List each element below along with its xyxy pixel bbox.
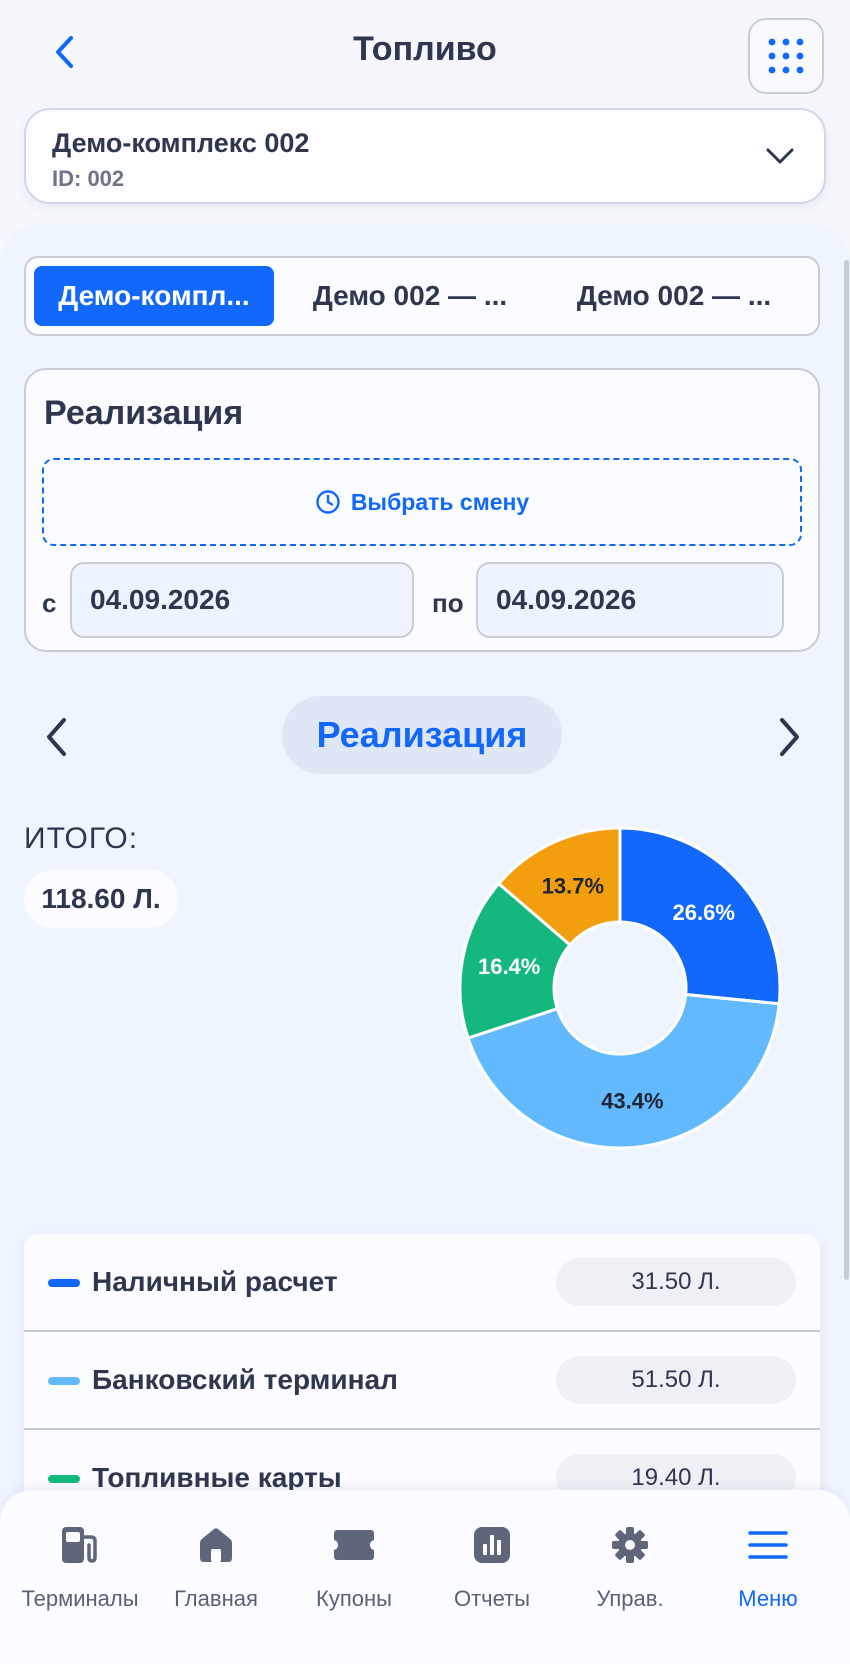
legend-row-bank-terminal[interactable]: Банковский терминал 51.50 Л.: [24, 1332, 820, 1430]
legend-swatch: [48, 1279, 80, 1287]
total-label: ИТОГО:: [24, 822, 139, 855]
nav-home[interactable]: Главная: [148, 1520, 284, 1630]
nav-management[interactable]: Управ.: [562, 1520, 698, 1630]
tab-station-2[interactable]: Демо 002 — ...: [282, 266, 538, 326]
apps-grid-button[interactable]: [748, 18, 824, 94]
nav-label: Отчеты: [453, 1586, 531, 1611]
home-icon: [148, 1520, 284, 1570]
ticket-icon: [286, 1520, 422, 1570]
nav-terminals[interactable]: Терминалы: [12, 1520, 148, 1630]
bottom-nav: Терминалы Главная Купоны Отчеты Управ. М…: [0, 1490, 850, 1664]
nav-label: Главная: [174, 1586, 258, 1611]
legend-row-cash[interactable]: Наличный расчет 31.50 Л.: [24, 1234, 820, 1332]
app-header: Топливо: [0, 0, 850, 104]
legend-swatch: [48, 1377, 80, 1385]
complex-id: ID: 002: [52, 166, 125, 191]
donut-slice-label: 26.6%: [673, 900, 735, 925]
legend-value: 31.50 Л.: [556, 1258, 796, 1306]
tab-station-3[interactable]: Демо 002 — ...: [546, 266, 802, 326]
complex-name: Демо-комплекс 002: [52, 128, 310, 158]
nav-label: Купоны: [316, 1586, 392, 1611]
gear-icon: [562, 1520, 698, 1570]
nav-menu[interactable]: Меню: [700, 1520, 836, 1630]
grid-dots-icon: [768, 38, 804, 74]
legend-list: Наличный расчет 31.50 Л. Банковский терм…: [24, 1234, 820, 1514]
legend-value: 51.50 Л.: [556, 1356, 796, 1404]
date-to-label: по: [432, 588, 464, 618]
pager-next-button[interactable]: [770, 712, 810, 762]
report-type-pill[interactable]: Реализация: [282, 696, 562, 774]
complex-selector[interactable]: Демо-комплекс 002 ID: 002: [24, 108, 826, 204]
station-tabs: Демо-компл... Демо 002 — ... Демо 002 — …: [24, 256, 820, 336]
donut-slice-label: 13.7%: [542, 873, 604, 898]
tab-station-1[interactable]: Демо-компл...: [34, 266, 274, 326]
nav-label: Терминалы: [21, 1586, 139, 1611]
select-shift-label: Выбрать смену: [350, 488, 530, 515]
clock-icon: [316, 490, 340, 514]
scrollbar[interactable]: [844, 260, 849, 1280]
donut-slice-label: 43.4%: [601, 1088, 663, 1113]
fuel-pump-icon: [12, 1520, 148, 1570]
donut-chart-svg: 26.6% 43.4% 16.4% 13.7%: [458, 826, 782, 1150]
nav-coupons[interactable]: Купоны: [286, 1520, 422, 1630]
legend-label: Наличный расчет: [92, 1266, 338, 1297]
pager-prev-button[interactable]: [36, 712, 76, 762]
chevron-left-icon: [47, 718, 66, 756]
date-from-label: с: [42, 588, 57, 618]
sales-filter-card: Реализация Выбрать смену с 04.09.2026 по…: [24, 368, 820, 652]
nav-label: Управ.: [596, 1586, 664, 1611]
date-from-field[interactable]: 04.09.2026: [70, 562, 414, 638]
report-chart-icon: [424, 1520, 560, 1570]
chevron-right-icon: [780, 718, 799, 756]
date-to-field[interactable]: 04.09.2026: [476, 562, 784, 638]
chevron-down-icon: [766, 148, 794, 164]
select-shift-button[interactable]: Выбрать смену: [42, 458, 802, 546]
card-title: Реализация: [44, 394, 244, 432]
nav-label: Меню: [738, 1586, 798, 1611]
total-value: 118.60 Л.: [24, 870, 178, 928]
nav-reports[interactable]: Отчеты: [424, 1520, 560, 1630]
donut-slice-label: 16.4%: [478, 954, 540, 979]
legend-label: Банковский терминал: [92, 1364, 398, 1395]
sales-donut-chart: 26.6% 43.4% 16.4% 13.7%: [440, 808, 800, 1168]
page-title: Топливо: [353, 30, 497, 68]
hamburger-menu-icon: [700, 1520, 836, 1570]
legend-swatch: [48, 1475, 80, 1483]
